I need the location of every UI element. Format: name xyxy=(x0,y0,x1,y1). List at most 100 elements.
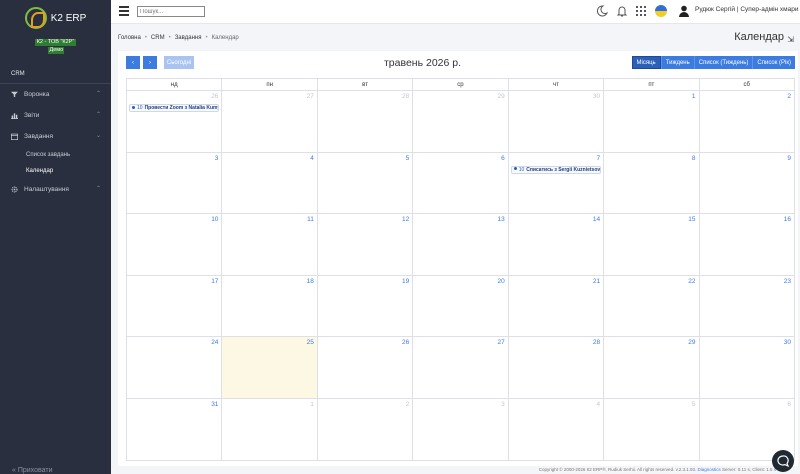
day-number[interactable]: 7 xyxy=(596,155,600,162)
calendar-event[interactable]: 10 Списатись з Sergii Kuznietsov xyxy=(510,165,602,174)
dark-mode-icon[interactable] xyxy=(596,5,608,17)
day-cell[interactable]: 1 xyxy=(222,398,318,461)
apps-grid-icon[interactable] xyxy=(635,5,647,17)
sidebar-item-tasks[interactable]: Завдання ⌄ xyxy=(0,126,111,147)
day-cell[interactable]: 8 xyxy=(604,152,700,214)
day-cell[interactable]: 15 xyxy=(604,214,700,275)
pin-icon[interactable]: ⇲ xyxy=(787,35,794,44)
day-number[interactable]: 29 xyxy=(688,339,695,346)
day-number[interactable]: 3 xyxy=(215,155,219,162)
day-cell[interactable]: 13 xyxy=(413,214,509,275)
next-month-button[interactable]: › xyxy=(143,56,157,69)
day-number[interactable]: 27 xyxy=(497,339,504,346)
day-number[interactable]: 31 xyxy=(211,401,218,408)
day-number[interactable]: 19 xyxy=(402,278,409,285)
day-cell[interactable]: 4 xyxy=(509,398,605,461)
day-number[interactable]: 10 xyxy=(211,216,218,223)
day-cell[interactable]: 12 xyxy=(318,214,414,275)
day-number[interactable]: 17 xyxy=(211,278,218,285)
day-cell[interactable]: 9 xyxy=(700,153,794,214)
day-cell[interactable]: 22 xyxy=(604,275,700,337)
day-cell[interactable]: 21 xyxy=(509,275,605,337)
day-number[interactable]: 29 xyxy=(497,93,504,100)
user-menu[interactable]: Рудюк Сергій | Супер-адмін хмари ⌄ xyxy=(695,5,800,13)
day-number[interactable]: 23 xyxy=(784,278,791,285)
day-number[interactable]: 5 xyxy=(406,155,410,162)
day-number[interactable]: 16 xyxy=(784,216,791,223)
day-number[interactable]: 25 xyxy=(307,339,314,346)
day-number[interactable]: 12 xyxy=(402,216,409,223)
sidebar-subitem-calendar[interactable]: Календар xyxy=(0,163,111,179)
day-number[interactable]: 4 xyxy=(310,155,314,162)
day-cell[interactable]: 11 xyxy=(222,214,318,275)
view-list-week-button[interactable]: Список (Тиждень) xyxy=(693,56,753,69)
day-number[interactable]: 2 xyxy=(406,401,410,408)
day-number[interactable]: 4 xyxy=(596,401,600,408)
day-cell[interactable]: 29 xyxy=(604,337,700,398)
day-number[interactable]: 15 xyxy=(688,216,695,223)
day-number[interactable]: 28 xyxy=(402,93,409,100)
day-number[interactable]: 24 xyxy=(211,339,218,346)
chat-button[interactable] xyxy=(772,450,794,472)
day-number[interactable]: 6 xyxy=(501,155,505,162)
day-cell-today[interactable]: 25 xyxy=(222,337,318,398)
day-cell[interactable]: 20 xyxy=(413,275,509,337)
day-cell[interactable]: 30 xyxy=(509,91,605,152)
day-cell[interactable]: 2 xyxy=(318,398,414,461)
sidebar-item-reports[interactable]: Звіти ⌃ xyxy=(0,105,111,126)
day-number[interactable]: 1 xyxy=(692,93,696,100)
view-week-button[interactable]: Тиждень xyxy=(660,56,694,69)
day-cell[interactable]: 4 xyxy=(222,152,318,214)
day-cell[interactable]: 14 xyxy=(509,214,605,275)
day-number[interactable]: 6 xyxy=(787,401,791,408)
breadcrumb-crm[interactable]: CRM xyxy=(151,35,165,41)
search-input[interactable] xyxy=(137,6,205,17)
day-cell[interactable]: 27 xyxy=(222,91,318,152)
day-number[interactable]: 1 xyxy=(310,401,314,408)
collapse-sidebar-button[interactable]: « Приховати xyxy=(12,467,53,474)
day-cell[interactable]: 5 xyxy=(318,152,414,214)
calendar-event[interactable]: 10 Провести Zoom з Natalia Kumych xyxy=(129,104,220,112)
day-cell[interactable]: 5 xyxy=(604,398,700,461)
day-number[interactable]: 3 xyxy=(501,401,505,408)
day-number[interactable]: 13 xyxy=(497,216,504,223)
day-cell[interactable]: 18 xyxy=(222,275,318,337)
day-cell[interactable]: 24 xyxy=(127,337,223,398)
bell-icon[interactable] xyxy=(616,5,628,17)
day-number[interactable]: 26 xyxy=(211,93,218,100)
day-cell[interactable]: 3 xyxy=(127,152,223,214)
day-cell[interactable]: 17 xyxy=(127,275,223,337)
day-cell[interactable]: 31 xyxy=(127,398,223,461)
day-number[interactable]: 11 xyxy=(307,216,314,223)
day-cell[interactable]: 26 10 Провести Zoom з Natalia Kumych xyxy=(127,91,223,152)
day-number[interactable]: 9 xyxy=(787,155,791,162)
sidebar-item-funnel[interactable]: Воронка ⌃ xyxy=(0,84,111,105)
logo[interactable]: K2 ERP xyxy=(0,2,111,34)
day-cell[interactable]: 27 xyxy=(413,337,509,398)
day-cell[interactable]: 29 xyxy=(413,91,509,152)
breadcrumb-tasks[interactable]: Завдання xyxy=(175,35,202,41)
day-number[interactable]: 21 xyxy=(593,278,600,285)
view-list-year-button[interactable]: Список (Рік) xyxy=(752,56,795,69)
day-number[interactable]: 14 xyxy=(593,216,600,223)
menu-toggle-icon[interactable] xyxy=(119,6,129,16)
day-cell[interactable]: 2 xyxy=(700,91,794,152)
day-cell[interactable]: 6 xyxy=(413,152,509,214)
day-cell[interactable]: 7 10 Списатись з Sergii Kuznietsov xyxy=(509,152,605,214)
day-number[interactable]: 2 xyxy=(787,93,791,100)
user-avatar-icon[interactable] xyxy=(678,5,690,17)
breadcrumb-home[interactable]: Головна xyxy=(118,35,141,41)
sidebar-subitem-task-list[interactable]: Список завдань xyxy=(0,147,111,163)
day-cell[interactable]: 16 xyxy=(700,214,794,275)
day-number[interactable]: 26 xyxy=(402,339,409,346)
view-month-button[interactable]: Місяць xyxy=(631,56,661,69)
day-number[interactable]: 30 xyxy=(784,339,791,346)
day-number[interactable]: 28 xyxy=(593,339,600,346)
day-number[interactable]: 18 xyxy=(307,278,314,285)
prev-month-button[interactable]: ‹ xyxy=(126,56,140,69)
day-cell[interactable]: 30 xyxy=(700,337,794,398)
day-cell[interactable]: 10 xyxy=(127,214,223,275)
day-cell[interactable]: 28 xyxy=(509,337,605,398)
day-cell[interactable]: 26 xyxy=(318,337,414,398)
day-number[interactable]: 20 xyxy=(497,278,504,285)
